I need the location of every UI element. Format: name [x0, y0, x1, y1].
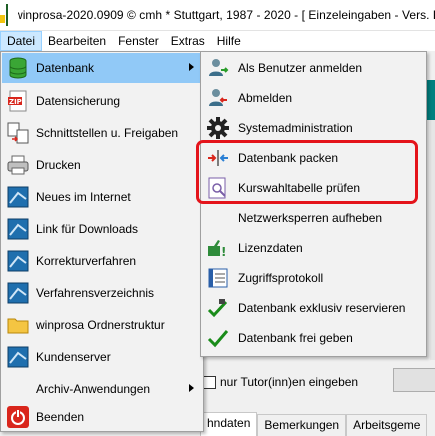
submenu-item-label: Systemadministration	[238, 121, 353, 135]
web-app-icon	[6, 185, 30, 209]
tab-bemerkungen[interactable]: Bemerkungen	[257, 414, 347, 436]
menu-item-beenden[interactable]: Beenden	[2, 402, 202, 432]
title-bar: winprosa-2020.0909 © cmh * Stuttgart, 19…	[0, 0, 435, 31]
web-app-icon	[6, 217, 30, 241]
zip-icon: ZIP	[6, 89, 30, 113]
menu-extras[interactable]: Extras	[165, 31, 211, 51]
database-icon	[6, 56, 30, 80]
license-icon: !	[206, 236, 230, 260]
menu-item-label: Verfahrensverzeichnis	[36, 286, 155, 300]
menu-datei[interactable]: Datei	[0, 31, 43, 51]
tutor-checkbox-label: nur Tutor(inn)en eingeben	[220, 375, 359, 389]
menu-item-label: Archiv-Anwendungen	[36, 382, 151, 396]
tab-hndaten[interactable]: hndaten	[200, 412, 258, 436]
tutor-checkbox-row[interactable]: nur Tutor(inn)en eingeben	[203, 375, 358, 389]
power-icon	[6, 405, 30, 429]
submenu-item-systemadministration[interactable]: Systemadministration	[202, 113, 425, 143]
menu-item-ordnerstruktur[interactable]: winprosa Ordnerstruktur	[2, 310, 202, 340]
window-title: winprosa-2020.0909 © cmh * Stuttgart, 19…	[14, 8, 435, 22]
logout-user-icon	[206, 86, 230, 110]
gear-icon	[206, 116, 230, 140]
submenu-arrow-icon	[189, 384, 194, 392]
submenu-arrow-icon	[189, 63, 194, 71]
checkmark-icon	[206, 326, 230, 350]
svg-text:!: !	[221, 245, 226, 259]
menu-item-label: Datensicherung	[36, 94, 121, 108]
printer-icon	[6, 153, 30, 177]
background-tabs: hndaten Bemerkungen Arbeitsgeme	[200, 410, 428, 436]
background-button[interactable]	[393, 368, 435, 392]
log-book-icon	[206, 266, 230, 290]
exchange-icon	[6, 121, 30, 145]
menu-item-schnittstellen[interactable]: Schnittstellen u. Freigaben	[2, 118, 202, 148]
menu-item-label: winprosa Ordnerstruktur	[36, 318, 165, 332]
web-app-icon	[6, 345, 30, 369]
datei-menu: Datenbank ZIP Datensicherung Schnittstel…	[0, 51, 204, 432]
menu-bar: Datei Bearbeiten Fenster Extras Hilfe	[0, 31, 435, 51]
submenu-item-netzwerksperren-aufheben[interactable]: Netzwerksperren aufheben	[202, 203, 425, 233]
datenbank-submenu: Als Benutzer anmelden Abmelden Systemadm…	[200, 51, 427, 357]
menu-item-neues-im-internet[interactable]: Neues im Internet	[2, 182, 202, 212]
menu-item-datensicherung[interactable]: ZIP Datensicherung	[2, 86, 202, 116]
menu-item-drucken[interactable]: Drucken	[2, 150, 202, 180]
menu-item-label: Drucken	[36, 158, 81, 172]
menu-item-label: Kundenserver	[36, 350, 111, 364]
submenu-item-label: Zugriffsprotokoll	[238, 271, 324, 285]
login-user-icon	[206, 56, 230, 80]
menu-item-label: Link für Downloads	[36, 222, 139, 236]
submenu-item-zugriffsprotokoll[interactable]: Zugriffsprotokoll	[202, 263, 425, 293]
submenu-item-abmelden[interactable]: Abmelden	[202, 83, 425, 113]
menu-item-label: Beenden	[36, 410, 85, 424]
submenu-item-label: Als Benutzer anmelden	[238, 61, 363, 75]
submenu-item-label: Netzwerksperren aufheben	[238, 211, 383, 225]
svg-text:ZIP: ZIP	[9, 98, 22, 106]
tab-arbeitsgemeinschaften[interactable]: Arbeitsgeme	[346, 414, 428, 436]
menu-item-link-downloads[interactable]: Link für Downloads	[2, 214, 202, 244]
menu-item-verfahrensverzeichnis[interactable]: Verfahrensverzeichnis	[2, 278, 202, 308]
submenu-item-als-benutzer-anmelden[interactable]: Als Benutzer anmelden	[202, 53, 425, 83]
submenu-item-exklusiv-reservieren[interactable]: Datenbank exklusiv reservieren	[202, 293, 425, 323]
scrollbar-edge[interactable]	[430, 80, 435, 360]
submenu-item-label: Lizenzdaten	[238, 241, 303, 255]
menu-item-label: Korrekturverfahren	[36, 254, 137, 268]
menu-item-archiv-anwendungen[interactable]: Archiv-Anwendungen	[2, 374, 202, 404]
menu-item-label: Neues im Internet	[36, 190, 131, 204]
menu-fenster[interactable]: Fenster	[112, 31, 165, 51]
checkmark-lock-icon	[206, 296, 230, 320]
submenu-item-label: Abmelden	[238, 91, 293, 105]
menu-item-kundenserver[interactable]: Kundenserver	[2, 342, 202, 372]
menu-item-label: Datenbank	[36, 61, 95, 75]
menu-bearbeiten[interactable]: Bearbeiten	[42, 31, 112, 51]
annotation-highlight-box	[196, 140, 418, 204]
menu-item-datenbank[interactable]: Datenbank	[2, 53, 202, 83]
menu-item-label: Schnittstellen u. Freigaben	[36, 126, 179, 140]
tutor-checkbox[interactable]	[203, 375, 216, 389]
web-app-icon	[6, 281, 30, 305]
menu-item-korrekturverfahren[interactable]: Korrekturverfahren	[2, 246, 202, 276]
submenu-item-frei-geben[interactable]: Datenbank frei geben	[202, 323, 425, 353]
submenu-item-lizenzdaten[interactable]: ! Lizenzdaten	[202, 233, 425, 263]
folder-icon	[6, 313, 30, 337]
web-app-icon	[6, 249, 30, 273]
submenu-item-label: Datenbank frei geben	[238, 331, 353, 345]
menu-hilfe[interactable]: Hilfe	[211, 31, 247, 51]
submenu-item-label: Datenbank exklusiv reservieren	[238, 301, 406, 315]
app-icon[interactable]	[0, 4, 18, 26]
